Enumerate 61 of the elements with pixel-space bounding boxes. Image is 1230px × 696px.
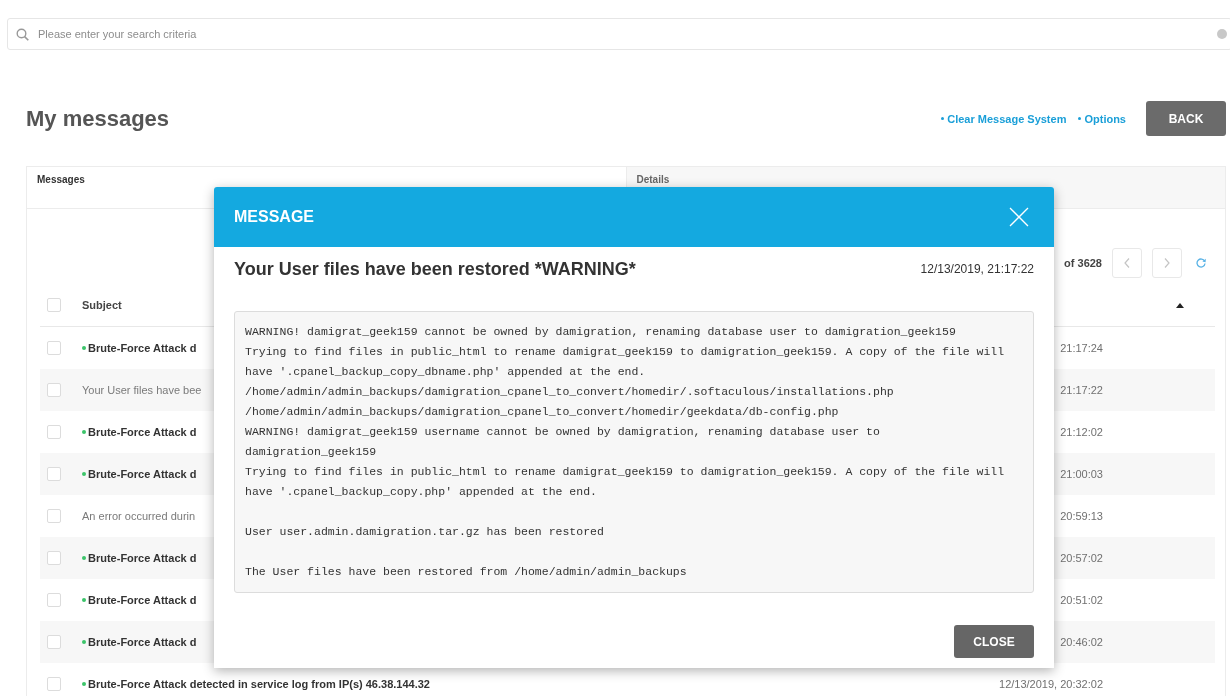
refresh-icon[interactable] xyxy=(1196,257,1206,268)
message-date: 20:46:02 xyxy=(1060,636,1103,648)
log-text: WARNING! damigrat_geek159 cannot be owned by damigration, renaming database user to damigration_geek159 Trying to find files in public_html to rename damigrat_geek159 to damigration_geek159. A copy of the file will have '.cpanel_backup_copy_dbname.php' appended at the end. /home/admin/admin_backups/damigration_cpanel_to_convert/homedir/.softaculous/installations.php /home/admin/admin_backups/damigration_cpanel_to_convert/homedir/geekdata/db-config.php WARNING! damigrat_geek159 username cannot be owned by damigration, renaming database user to damigration_geek159 Trying to find files in public_html to rename damigrat_geek159 to damigration_geek159. A copy of the file will have '.cpanel_backup_copy.php' appended at the end. xyxy=(245,324,1006,500)
back-button[interactable]: BACK xyxy=(1146,101,1226,136)
unread-dot-icon xyxy=(82,556,86,560)
unread-dot-icon xyxy=(82,640,86,644)
dialog-title: MESSAGE xyxy=(234,208,314,226)
chevron-right-icon xyxy=(1164,257,1170,268)
column-header[interactable]: Subject xyxy=(82,299,122,311)
row-checkbox[interactable] xyxy=(47,383,61,397)
sort-caret-icon[interactable] xyxy=(1176,302,1184,308)
bullet-icon xyxy=(1078,117,1082,120)
unread-dot-icon xyxy=(82,598,86,602)
message-date: 21:17:24 xyxy=(1060,342,1103,354)
row-checkbox[interactable] xyxy=(47,551,61,565)
message-subject[interactable]: Brute-Force Attack d xyxy=(88,468,197,480)
message-subject[interactable]: Brute-Force Attack d xyxy=(88,342,197,354)
message-subject[interactable]: Brute-Force Attack d xyxy=(88,636,197,648)
message-date: 21:12:02 xyxy=(1060,426,1103,438)
message-subject[interactable]: An error occurred durin xyxy=(82,510,196,522)
log-text: User user.admin.damigration.tar.gz has been restored xyxy=(245,524,605,540)
message-date: 20:59:13 xyxy=(1060,510,1103,522)
search-icon xyxy=(16,28,29,41)
row-checkbox[interactable] xyxy=(47,467,61,481)
prev-page-button[interactable] xyxy=(1112,247,1142,278)
unread-dot-icon xyxy=(82,430,86,434)
page-title: My messages xyxy=(26,105,170,132)
message-date: 12/13/2019, 20:32:02 xyxy=(999,678,1103,690)
row-checkbox[interactable] xyxy=(47,635,61,649)
row-checkbox[interactable] xyxy=(47,425,61,439)
tab[interactable]: Details xyxy=(626,167,680,186)
next-page-button[interactable] xyxy=(1152,247,1182,278)
message-date: 21:00:03 xyxy=(1060,468,1103,480)
message-timestamp: 12/13/2019, 21:17:22 xyxy=(920,262,1034,276)
message-subject[interactable]: Brute-Force Attack detected in service log from IP(s) 46.38.144.32 xyxy=(88,678,430,690)
message-subject[interactable]: Your User files have bee xyxy=(82,384,202,396)
message-subject[interactable]: Brute-Force Attack d xyxy=(88,594,197,606)
row-checkbox[interactable] xyxy=(47,341,61,355)
message-date: 21:17:22 xyxy=(1060,384,1103,396)
circle-icon[interactable] xyxy=(1217,29,1227,39)
message-subject[interactable]: Brute-Force Attack d xyxy=(88,552,197,564)
unread-dot-icon xyxy=(82,346,86,350)
chevron-left-icon xyxy=(1124,257,1130,268)
pagination-summary: of 3628 xyxy=(1064,256,1102,269)
select-all-checkbox[interactable] xyxy=(47,298,61,312)
message-subject[interactable]: Brute-Force Attack d xyxy=(88,426,197,438)
row-checkbox[interactable] xyxy=(47,509,61,523)
unread-dot-icon xyxy=(82,682,86,686)
bullet-icon xyxy=(941,117,945,120)
search-field[interactable]: Please enter your search criteria xyxy=(7,18,1230,50)
close-icon xyxy=(1009,207,1029,227)
message-date: 20:57:02 xyxy=(1060,552,1103,564)
message-date: 20:51:02 xyxy=(1060,594,1103,606)
unread-dot-icon xyxy=(82,472,86,476)
tab[interactable]: Messages xyxy=(27,167,95,186)
row-checkbox[interactable] xyxy=(47,677,61,691)
dialog-close-button[interactable]: CLOSE xyxy=(954,625,1034,658)
row-checkbox[interactable] xyxy=(47,593,61,607)
message-heading: Your User files have been restored *WARNING* xyxy=(234,258,636,280)
close-button[interactable] xyxy=(1009,207,1029,227)
log-text: The User files have been restored from /home/admin/admin_backups xyxy=(245,564,688,580)
